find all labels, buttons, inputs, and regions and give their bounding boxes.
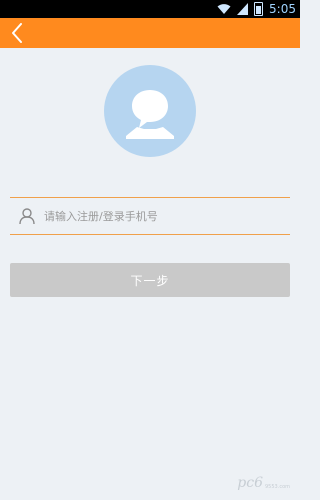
user-icon xyxy=(19,208,35,225)
back-button[interactable] xyxy=(6,22,28,44)
status-time: 5:05 xyxy=(269,2,296,16)
wifi-icon xyxy=(217,4,231,14)
battery-icon xyxy=(254,2,264,16)
field-top-border xyxy=(10,197,290,198)
status-icons: 5:05 xyxy=(217,1,296,17)
signal-icon xyxy=(237,3,249,15)
back-arrow-icon xyxy=(12,23,22,43)
watermark: pc6 9553.com xyxy=(237,476,290,490)
avatar-icon xyxy=(126,90,174,139)
avatar[interactable] xyxy=(104,65,196,157)
app-bar xyxy=(0,18,300,48)
watermark-sub: 9553.com xyxy=(265,484,290,490)
phone-field[interactable] xyxy=(10,200,290,232)
status-bar: 5:05 xyxy=(0,0,300,18)
field-bottom-border xyxy=(10,234,290,235)
next-button[interactable]: 下一步 xyxy=(10,263,290,297)
phone-input[interactable] xyxy=(44,209,274,223)
watermark-main: pc6 xyxy=(237,475,263,491)
